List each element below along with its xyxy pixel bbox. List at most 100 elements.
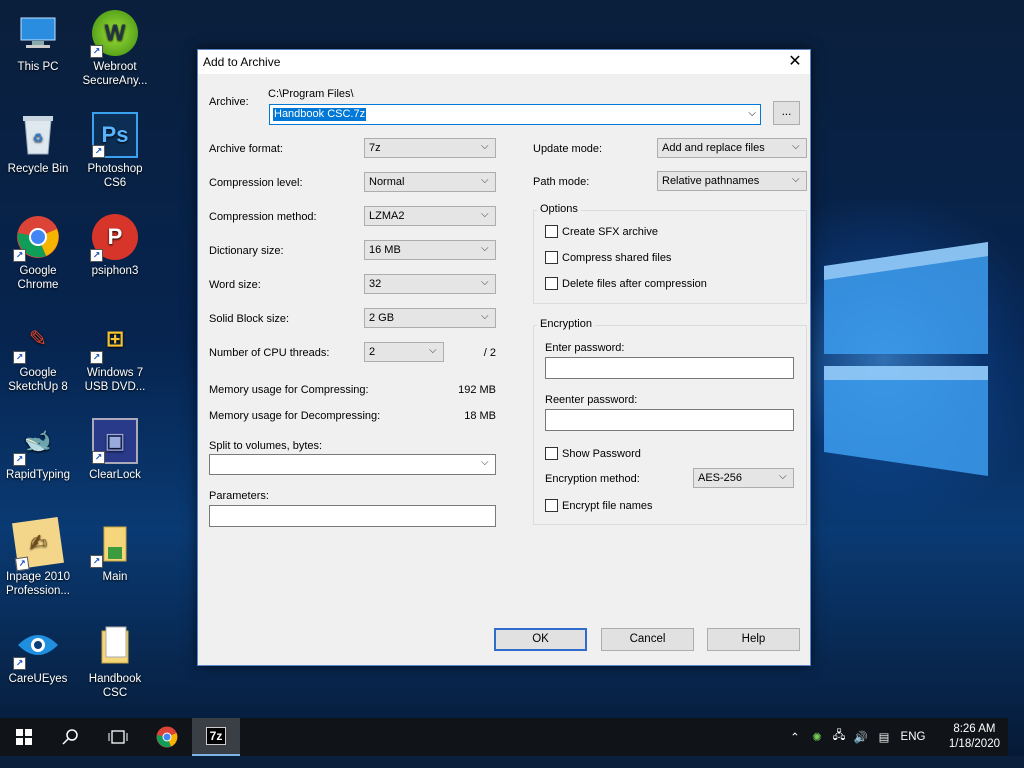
task-view-icon — [108, 730, 128, 744]
desktop-icon-windows7-usb[interactable]: ⊞ ↗ Windows 7 USB DVD... — [78, 316, 152, 394]
parameters-input[interactable] — [209, 505, 496, 527]
solid-block-value: 2 GB — [369, 312, 395, 324]
psiphon-icon: P ↗ — [90, 214, 138, 262]
checkbox-box[interactable] — [545, 447, 558, 460]
chevron-down-icon: ⌵ — [481, 141, 489, 152]
checkbox-box[interactable] — [545, 277, 558, 290]
close-icon[interactable]: ✕ — [780, 50, 810, 74]
search-button[interactable] — [47, 718, 95, 756]
chevron-down-icon: ⌵ — [481, 175, 489, 186]
chevron-up-icon[interactable]: ⌃ — [784, 730, 806, 744]
checkbox-label: Compress shared files — [562, 251, 672, 264]
notification-icon[interactable]: ▤ — [872, 730, 896, 744]
enter-password-input[interactable] — [545, 357, 794, 379]
memory-decompress-value: 18 MB — [464, 410, 496, 422]
volume-icon[interactable]: 🔊 — [850, 730, 872, 744]
desktop-icon-inpage[interactable]: ✍ ↗ Inpage 2010 Profession... — [1, 517, 75, 598]
desktop-icon-handbook-csc[interactable]: Handbook CSC — [78, 622, 152, 700]
desktop-icon-label: Inpage 2010 Profession... — [6, 571, 70, 597]
reenter-password-input[interactable] — [545, 409, 794, 431]
options-title: Options — [537, 203, 581, 215]
browse-button[interactable]: ... — [773, 101, 800, 125]
shortcut-arrow-icon: ↗ — [13, 351, 26, 364]
shortcut-arrow-icon: ↗ — [90, 45, 103, 58]
word-size-value: 32 — [369, 278, 382, 290]
compress-shared-checkbox[interactable]: Compress shared files — [545, 251, 671, 264]
desktop-icon-this-pc[interactable]: This PC — [1, 10, 75, 74]
svg-text:♻: ♻ — [33, 131, 44, 145]
archive-format-select[interactable]: 7z ⌵ — [364, 138, 496, 158]
desktop-icon-label: Main — [102, 571, 128, 583]
path-mode-select[interactable]: Relative pathnames ⌵ — [657, 171, 807, 191]
sketchup-icon: ✎ ↗ — [13, 316, 61, 364]
path-mode-value: Relative pathnames — [662, 175, 760, 187]
update-mode-select[interactable]: Add and replace files ⌵ — [657, 138, 807, 158]
shortcut-arrow-icon: ↗ — [90, 351, 103, 364]
eye-icon: ↗ — [13, 622, 61, 670]
archive-name-text: Handbook CSC.7z — [273, 108, 367, 121]
compression-method-value: LZMA2 — [369, 210, 405, 222]
network-icon[interactable]: 🖧 — [828, 728, 850, 747]
checkbox-label: Delete files after compression — [562, 277, 707, 290]
encryption-method-select[interactable]: AES-256 ⌵ — [693, 468, 794, 488]
clock[interactable]: 8:26 AM 1/18/2020 — [949, 722, 1000, 752]
word-size-select[interactable]: 32 ⌵ — [364, 274, 496, 294]
desktop-icon-clearlock[interactable]: ▣ ↗ ClearLock — [78, 418, 152, 482]
archive-label: Archive: — [209, 96, 249, 108]
cancel-button[interactable]: Cancel — [601, 628, 694, 651]
desktop-icon-label: CareUEyes — [8, 673, 68, 685]
delete-after-checkbox[interactable]: Delete files after compression — [545, 277, 707, 290]
desktop-icon-main[interactable]: ↗ Main — [78, 520, 152, 584]
dialog-titlebar[interactable]: Add to Archive ✕ — [198, 50, 810, 74]
checkbox-box[interactable] — [545, 499, 558, 512]
encrypt-names-checkbox[interactable]: Encrypt file names — [545, 499, 652, 512]
encryption-method-label: Encryption method: — [545, 473, 640, 485]
photoshop-icon: Ps ↗ — [92, 112, 138, 158]
network-activity-icon[interactable]: ✺ — [806, 730, 828, 744]
desktop-icon-label: Recycle Bin — [7, 163, 69, 175]
split-volumes-input[interactable]: ⌵ — [209, 454, 496, 475]
solid-block-select[interactable]: 2 GB ⌵ — [364, 308, 496, 328]
checkbox-box[interactable] — [545, 251, 558, 264]
chevron-down-icon[interactable]: ⌵ — [748, 108, 756, 119]
chevron-down-icon: ⌵ — [481, 457, 489, 468]
desktop-icon-rapidtyping[interactable]: 🐋 ↗ RapidTyping — [1, 418, 75, 482]
whale-icon: 🐋 ↗ — [13, 418, 61, 466]
desktop-icon-label: ClearLock — [89, 469, 141, 481]
ok-button[interactable]: OK — [494, 628, 587, 651]
enter-password-label: Enter password: — [545, 342, 625, 354]
parameters-label: Parameters: — [209, 490, 269, 502]
folder-icon — [92, 622, 138, 668]
taskbar-chrome[interactable] — [143, 718, 191, 756]
update-mode-value: Add and replace files — [662, 142, 765, 154]
desktop-icon-photoshop[interactable]: Ps ↗ Photoshop CS6 — [78, 112, 152, 190]
system-tray: ⌃ ✺ 🖧 🔊 ▤ ENG — [784, 718, 930, 756]
create-sfx-checkbox[interactable]: Create SFX archive — [545, 225, 658, 238]
desktop-icon-chrome[interactable]: ↗ Google Chrome — [1, 214, 75, 292]
compression-method-select[interactable]: LZMA2 ⌵ — [364, 206, 496, 226]
show-password-checkbox[interactable]: Show Password — [545, 447, 641, 460]
computer-icon — [15, 10, 61, 56]
task-view-button[interactable] — [94, 718, 142, 756]
desktop-icon-recycle-bin[interactable]: ♻ Recycle Bin — [1, 112, 75, 176]
desktop-icon-webroot[interactable]: W ↗ Webroot SecureAny... — [78, 10, 152, 88]
desktop-icon-sketchup[interactable]: ✎ ↗ Google SketchUp 8 — [1, 316, 75, 394]
start-button[interactable] — [0, 718, 48, 756]
archive-name-input[interactable]: Handbook CSC.7z ⌵ — [269, 104, 761, 125]
desktop-icon-label: Google Chrome — [17, 265, 59, 291]
desktop-icon-label: Webroot SecureAny... — [82, 61, 148, 87]
desktop-icon-careueyes[interactable]: ↗ CareUEyes — [1, 622, 75, 686]
dictionary-size-select[interactable]: 16 MB ⌵ — [364, 240, 496, 260]
language-indicator[interactable]: ENG — [896, 731, 930, 743]
compression-level-select[interactable]: Normal ⌵ — [364, 172, 496, 192]
desktop-icon-psiphon[interactable]: P ↗ psiphon3 — [78, 214, 152, 278]
help-button[interactable]: Help — [707, 628, 800, 651]
chevron-down-icon: ⌵ — [792, 174, 800, 185]
chevron-down-icon: ⌵ — [792, 141, 800, 152]
checkbox-box[interactable] — [545, 225, 558, 238]
windows-start-icon — [16, 729, 32, 745]
webroot-icon: W ↗ — [90, 10, 138, 58]
archive-path: C:\Program Files\ — [268, 88, 354, 100]
cpu-threads-select[interactable]: 2 ⌵ — [364, 342, 444, 362]
taskbar-7zip[interactable]: 7z — [192, 718, 240, 756]
